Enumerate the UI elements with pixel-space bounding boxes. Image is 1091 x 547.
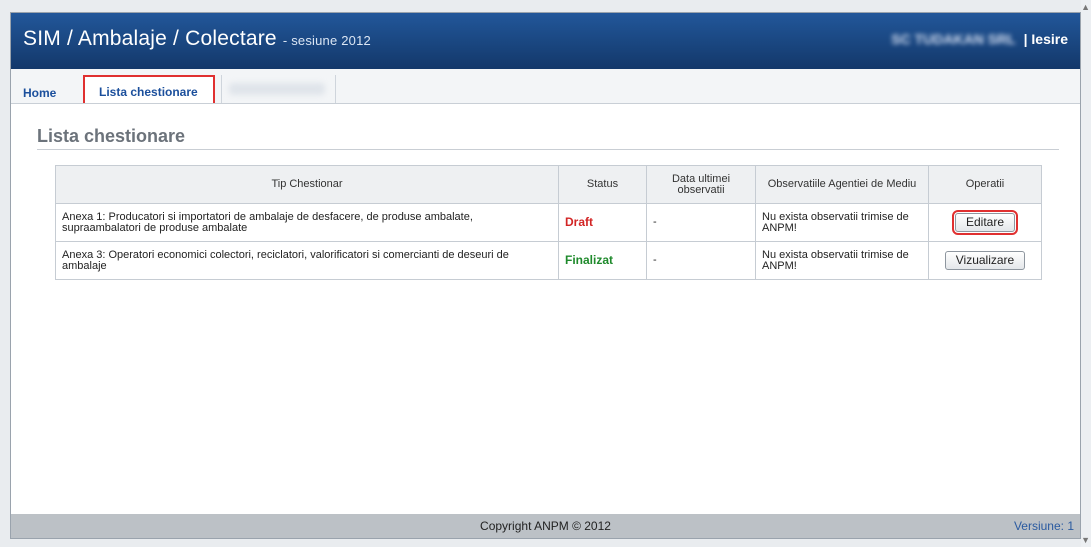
- tab-lista-chestionare[interactable]: Lista chestionare: [83, 75, 215, 103]
- row-operatii: Editare: [928, 203, 1042, 242]
- status-badge: Draft: [565, 214, 594, 229]
- navbar: Home Lista chestionare: [11, 69, 1080, 104]
- questionnaire-table: Tip Chestionar Status Data ultimei obser…: [55, 165, 1042, 280]
- scroll-down-icon[interactable]: ▼: [1081, 535, 1090, 545]
- row-observatii: Nu exista observatii trimise de ANPM!: [755, 203, 929, 242]
- row-status: Finalizat: [558, 241, 647, 280]
- row-status: Draft: [558, 203, 647, 242]
- version-text: Versiune: 1: [1013, 519, 1074, 533]
- row-data: -: [646, 203, 756, 242]
- app-title-text: SIM / Ambalaje / Colectare: [23, 27, 277, 50]
- header-separator: |: [1023, 31, 1028, 47]
- col-operatii: Operatii: [928, 165, 1042, 204]
- table-row: Anexa 3: Operatori economici colectori, …: [55, 241, 1042, 280]
- nav-divider: [335, 75, 336, 103]
- row-data: -: [646, 241, 756, 280]
- copyright-text: Copyright ANPM © 2012: [480, 519, 611, 533]
- footer: Copyright ANPM © 2012 Versiune: 1: [11, 514, 1080, 538]
- app-window: SIM / Ambalaje / Colectare - sesiune 201…: [10, 12, 1081, 539]
- col-observatii: Observatiile Agentiei de Mediu: [755, 165, 929, 204]
- app-title: SIM / Ambalaje / Colectare - sesiune 201…: [23, 27, 371, 51]
- user-box: SC TUDAKAN SRL | Iesire: [891, 31, 1068, 47]
- page-scrollbar[interactable]: ▲ ▼: [1081, 0, 1091, 547]
- tab-lista-chestionare-label: Lista chestionare: [99, 85, 198, 99]
- nav-item-blurred[interactable]: [229, 83, 325, 95]
- logout-link[interactable]: Iesire: [1031, 31, 1068, 47]
- col-tip-chestionar: Tip Chestionar: [55, 165, 559, 204]
- table-row: Anexa 1: Producatori si importatori de a…: [55, 203, 1042, 242]
- company-name: SC TUDAKAN SRL: [891, 31, 1016, 47]
- editare-button[interactable]: Editare: [951, 210, 1019, 235]
- status-badge: Finalizat: [565, 252, 614, 267]
- col-data-observatii: Data ultimei observatii: [646, 165, 756, 204]
- scroll-up-icon[interactable]: ▲: [1081, 2, 1090, 12]
- nav-divider: [221, 75, 222, 103]
- table-header-row: Tip Chestionar Status Data ultimei obser…: [55, 165, 1042, 204]
- row-observatii: Nu exista observatii trimise de ANPM!: [755, 241, 929, 280]
- row-tip: Anexa 1: Producatori si importatori de a…: [55, 203, 559, 242]
- page-title: Lista chestionare: [37, 126, 186, 146]
- vizualizare-button[interactable]: Vizualizare: [944, 251, 1026, 270]
- row-tip: Anexa 3: Operatori economici colectori, …: [55, 241, 559, 280]
- session-label: - sesiune 2012: [282, 33, 371, 48]
- nav-home[interactable]: Home: [23, 86, 56, 100]
- row-operatii: Vizualizare: [928, 241, 1042, 280]
- col-status: Status: [558, 165, 647, 204]
- title-divider: [37, 149, 1059, 150]
- app-header: SIM / Ambalaje / Colectare - sesiune 201…: [11, 13, 1080, 69]
